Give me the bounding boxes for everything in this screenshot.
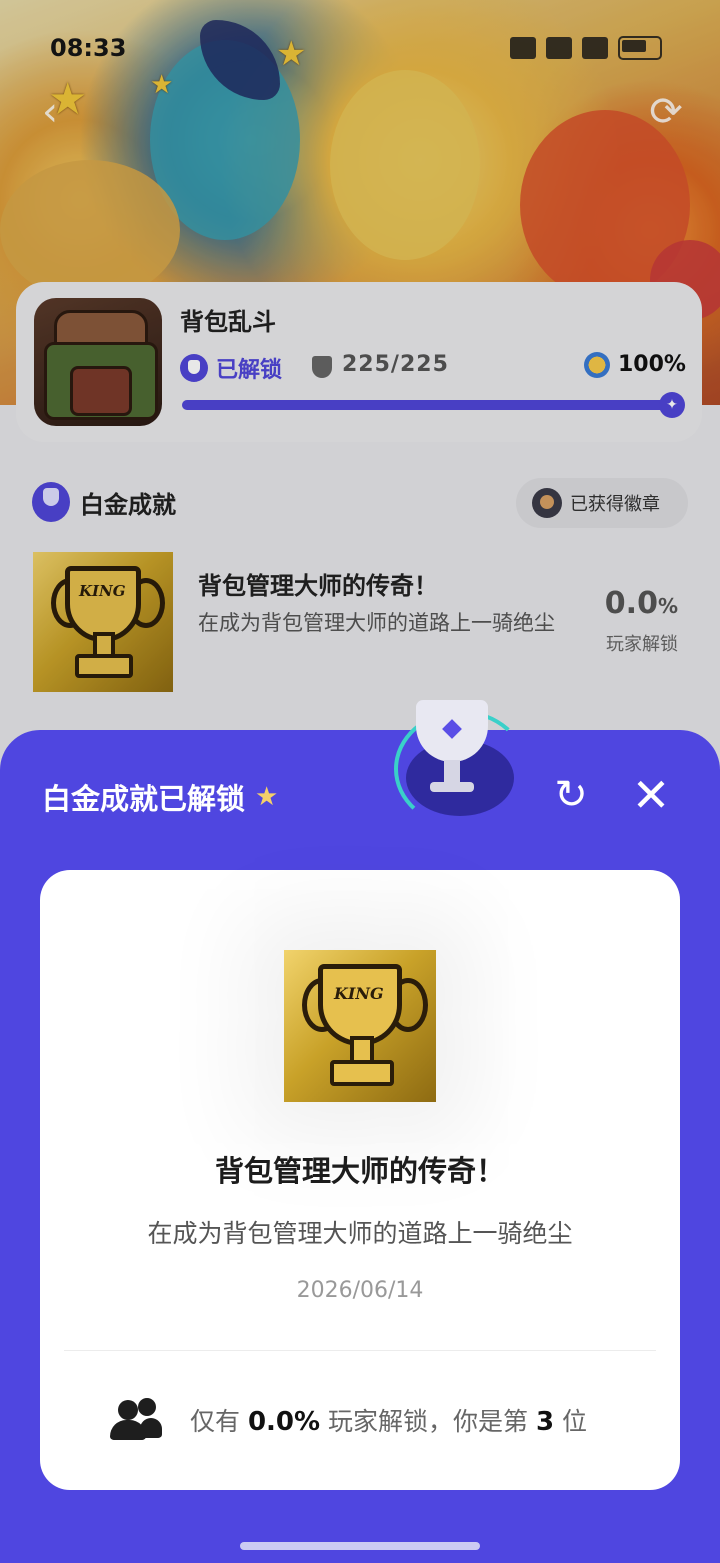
close-icon: ✕ <box>631 768 671 822</box>
divider <box>64 1350 656 1351</box>
achievement-detail-image: KING <box>284 950 436 1102</box>
trophy-emblem-icon <box>388 690 538 830</box>
platinum-unlocked-sheet: 白金成就已解锁 ★ ↻ ✕ KING 背包管理大师的传奇！ 在成为背包管理大师的… <box>0 700 720 1563</box>
detail-description: 在成为背包管理大师的道路上一骑绝尘 <box>147 1219 573 1248</box>
share-button[interactable]: ↻ <box>546 770 596 820</box>
users-icon <box>110 1398 162 1442</box>
king-text: KING <box>334 984 384 1003</box>
share-icon: ↻ <box>554 772 588 818</box>
unlock-rank-text: 仅有 0.0% 玩家解锁，你是第 3 位 <box>190 1407 588 1437</box>
home-indicator[interactable] <box>240 1542 480 1550</box>
unlock-date: 2026/06/14 <box>296 1278 424 1303</box>
sheet-title: 白金成就已解锁 ★ <box>42 776 278 818</box>
close-button[interactable]: ✕ <box>626 770 676 820</box>
sparkle-icon: ★ <box>255 782 279 812</box>
achievement-detail-card: KING 背包管理大师的传奇！ 在成为背包管理大师的道路上一骑绝尘 2026/0… <box>40 870 680 1490</box>
detail-title: 背包管理大师的传奇！ <box>214 1154 505 1188</box>
sheet-title-text: 白金成就已解锁 <box>42 782 246 816</box>
